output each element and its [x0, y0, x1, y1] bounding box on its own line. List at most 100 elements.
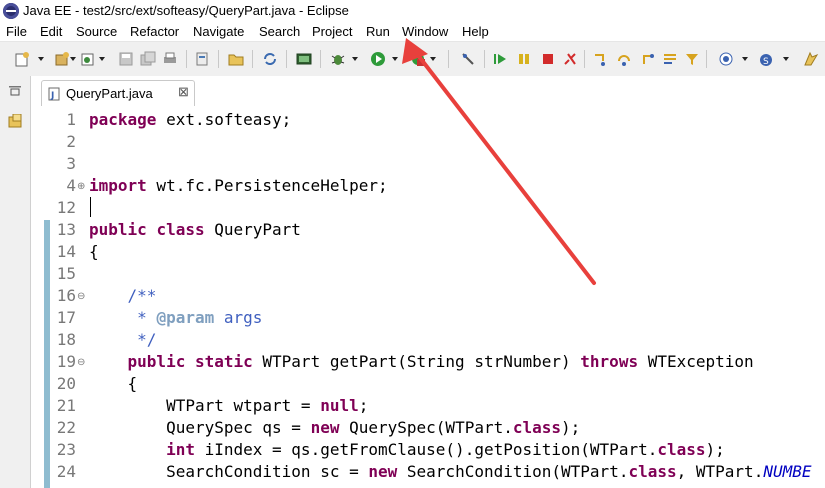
new-server-icon[interactable]: S — [758, 51, 774, 67]
code-line: WTPart wtpart = null; — [89, 396, 369, 415]
text-caret — [90, 197, 91, 217]
line-number: 17 — [56, 308, 76, 327]
main-toolbar: S — [0, 41, 825, 77]
debug-icon[interactable] — [330, 51, 346, 67]
menu-navigate[interactable]: Navigate — [193, 24, 244, 39]
menu-bar: File Edit Source Refactor Navigate Searc… — [0, 22, 825, 41]
new-class-dropdown-icon[interactable] — [99, 57, 105, 61]
svg-text:J: J — [50, 91, 54, 101]
toolbar-separator — [320, 50, 321, 68]
new-class-icon[interactable] — [80, 51, 96, 67]
expand-fold-icon[interactable]: ⊕ — [77, 182, 86, 192]
open-folder-icon[interactable] — [228, 51, 244, 67]
menu-project[interactable]: Project — [312, 24, 352, 39]
use-step-filters-icon[interactable] — [684, 51, 700, 67]
toolbar-separator — [218, 50, 219, 68]
left-trim-bar — [0, 76, 31, 488]
run-dropdown-icon[interactable] — [392, 57, 398, 61]
menu-run[interactable]: Run — [366, 24, 390, 39]
resume-icon[interactable] — [492, 51, 508, 67]
line-number: 1 — [66, 110, 76, 129]
line-number: 2 — [66, 132, 76, 151]
skip-breakpoints-icon[interactable] — [460, 51, 476, 67]
drop-to-frame-icon[interactable] — [662, 51, 678, 67]
open-perspective-icon[interactable] — [803, 51, 819, 67]
code-editor[interactable]: 1 2 3 4 12 13 14 15 16 17 18 19 20 21 22… — [31, 106, 825, 488]
toolbar-separator — [252, 50, 253, 68]
collapse-fold-icon[interactable]: ⊖ — [77, 358, 86, 368]
line-number: 19 — [56, 352, 76, 371]
close-icon[interactable]: ⊠ — [178, 84, 189, 100]
save-icon[interactable] — [118, 51, 134, 67]
new-package-dropdown-icon[interactable] — [70, 57, 76, 61]
disconnect-icon[interactable] — [562, 51, 578, 67]
code-line: int iIndex = qs.getFromClause().getPosit… — [166, 440, 725, 459]
code-line: { — [89, 374, 138, 393]
line-number: 18 — [56, 330, 76, 349]
console-icon[interactable] — [296, 51, 312, 67]
code-line: /** — [89, 286, 157, 305]
toolbar-separator — [484, 50, 485, 68]
suspend-icon[interactable] — [516, 51, 532, 67]
code-line: QuerySpec qs = new QuerySpec(WTPart.clas… — [89, 418, 581, 437]
step-into-icon[interactable] — [592, 51, 608, 67]
new-icon[interactable] — [14, 51, 30, 67]
restore-icon[interactable] — [9, 86, 21, 96]
menu-edit[interactable]: Edit — [40, 24, 62, 39]
toolbar-separator — [286, 50, 287, 68]
line-number: 20 — [56, 374, 76, 393]
step-return-icon[interactable] — [640, 51, 656, 67]
eclipse-icon — [3, 3, 19, 19]
code-line: SearchCondition sc = new SearchCondition… — [89, 462, 812, 481]
terminate-icon[interactable] — [540, 51, 556, 67]
step-over-icon[interactable] — [616, 51, 632, 67]
save-all-icon[interactable] — [140, 51, 156, 67]
toolbar-separator — [186, 50, 187, 68]
java-file-icon: J — [48, 87, 60, 101]
window-title: Java EE - test2/src/ext/softeasy/QueryPa… — [23, 3, 349, 18]
line-number: 4 — [66, 176, 76, 195]
web-service-icon[interactable] — [718, 51, 734, 67]
menu-refactor[interactable]: Refactor — [130, 24, 179, 39]
code-line: import wt.fc.PersistenceHelper; — [89, 176, 388, 195]
external-tools-dropdown-icon[interactable] — [430, 57, 436, 61]
print-icon[interactable] — [162, 51, 178, 67]
code-line: public class QueryPart — [89, 220, 301, 239]
menu-search[interactable]: Search — [259, 24, 300, 39]
menu-window[interactable]: Window — [402, 24, 448, 39]
code-line: */ — [89, 330, 157, 349]
code-line: { — [89, 242, 99, 261]
new-server-dropdown-icon[interactable] — [783, 57, 789, 61]
line-number: 3 — [66, 154, 76, 173]
server-icon[interactable] — [194, 51, 210, 67]
new-package-icon[interactable] — [54, 51, 70, 67]
package-explorer-icon[interactable] — [8, 114, 22, 128]
code-line: package ext.softeasy; — [89, 110, 292, 129]
svg-text:S: S — [763, 57, 769, 67]
tab-label: QueryPart.java — [66, 86, 153, 101]
line-number: 16 — [56, 286, 76, 305]
run-icon[interactable] — [370, 51, 386, 67]
debug-dropdown-icon[interactable] — [352, 57, 358, 61]
line-number: 12 — [56, 198, 76, 217]
line-number: 24 — [56, 462, 76, 481]
toolbar-separator — [448, 50, 449, 68]
editor-tab-strip: J QueryPart.java ⊠ — [31, 76, 825, 107]
menu-help[interactable]: Help — [462, 24, 489, 39]
line-number: 15 — [56, 264, 76, 283]
collapse-fold-icon[interactable]: ⊖ — [77, 292, 86, 302]
sync-icon[interactable] — [262, 51, 278, 67]
external-tools-icon[interactable] — [410, 51, 426, 67]
new-dropdown-icon[interactable] — [38, 57, 44, 61]
menu-source[interactable]: Source — [76, 24, 117, 39]
toolbar-separator — [584, 50, 585, 68]
line-number: 23 — [56, 440, 76, 459]
toolbar-separator — [706, 50, 707, 68]
line-number: 13 — [56, 220, 76, 239]
menu-file[interactable]: File — [6, 24, 27, 39]
editor-tab[interactable]: J QueryPart.java ⊠ — [41, 80, 195, 107]
web-service-dropdown-icon[interactable] — [742, 57, 748, 61]
line-number: 21 — [56, 396, 76, 415]
title-bar: Java EE - test2/src/ext/softeasy/QueryPa… — [0, 0, 825, 22]
line-number: 22 — [56, 418, 76, 437]
